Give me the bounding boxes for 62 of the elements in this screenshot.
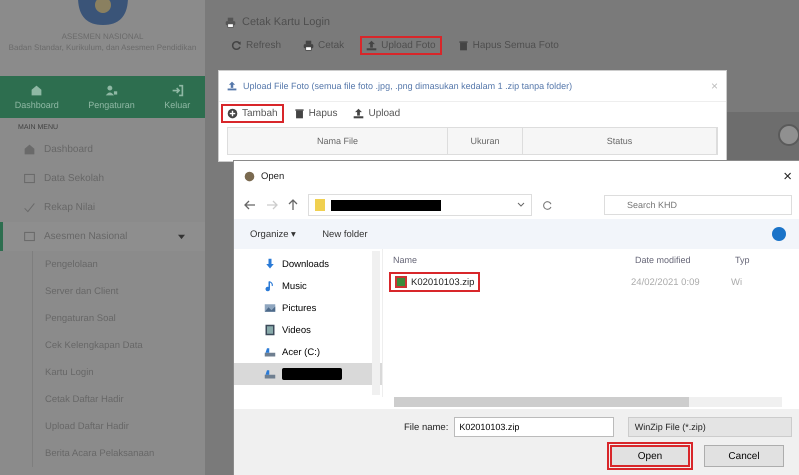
exit-icon (170, 84, 184, 97)
file-type-dropdown[interactable]: WinZip File (*.zip) (628, 417, 792, 437)
top-nav-item[interactable]: Dashboard (14, 84, 59, 110)
file-item[interactable]: K02010103.zip (389, 272, 480, 292)
print-icon (303, 40, 314, 51)
back-icon[interactable] (244, 200, 256, 210)
scrollbar[interactable] (372, 251, 380, 395)
users-icon (105, 84, 118, 97)
check-icon (23, 201, 36, 214)
nav-item[interactable] (234, 363, 382, 385)
column-header: Ukuran (448, 128, 523, 154)
home-icon (23, 143, 36, 156)
doc-icon (23, 230, 36, 243)
trash-icon (458, 40, 469, 51)
nav-item[interactable]: Music (234, 275, 382, 297)
upload-icon (353, 108, 364, 119)
dialog-button[interactable]: Cancel (704, 445, 784, 467)
upload-icon (227, 81, 237, 91)
doc-icon (23, 172, 36, 185)
field-label: File name: (404, 422, 448, 432)
column-header: Date modified (635, 255, 692, 265)
up-icon[interactable] (288, 199, 298, 211)
plus-icon (227, 108, 238, 119)
dialog-button[interactable]: Open (610, 445, 690, 467)
top-nav-item[interactable]: Pengaturan (88, 84, 135, 110)
column-header: Name (393, 255, 418, 265)
type-cell-text: Wi (731, 276, 744, 288)
videos-icon (264, 324, 276, 336)
nav-item[interactable]: Acer (C:) (234, 341, 382, 363)
refresh-icon (231, 40, 242, 51)
command-button[interactable]: New folder (322, 228, 368, 240)
top-nav-item[interactable]: Keluar (164, 84, 190, 110)
upload-icon (366, 40, 378, 51)
drive-icon (264, 368, 276, 380)
address-bar[interactable] (308, 194, 532, 216)
close-button[interactable]: × (783, 168, 792, 184)
column-header: Typ (735, 255, 751, 265)
refresh-icon[interactable] (542, 200, 553, 210)
toolbar-button[interactable]: Upload (347, 104, 406, 123)
chevron-icon (517, 202, 525, 208)
app-icon (244, 170, 255, 182)
command-button[interactable]: Organize ▾ (250, 228, 296, 240)
download-icon (264, 258, 276, 270)
nav-item[interactable]: Downloads (234, 253, 382, 275)
music-icon (264, 280, 276, 292)
date-cell-text: 24/02/2021 0:09 (631, 276, 701, 288)
search-field[interactable]: Search KHD (604, 195, 792, 215)
close-button[interactable]: × (710, 79, 718, 93)
scrollbar[interactable] (394, 397, 782, 407)
toolbar-button[interactable]: Hapus (288, 104, 344, 123)
column-header: Nama File (228, 128, 448, 154)
home-icon (30, 84, 44, 97)
column-header: Status (523, 128, 717, 154)
dialog-title: Upload File Foto (semua file foto .jpg, .png dimasukan kedalam 1 .zip tanpa folder) (243, 81, 572, 91)
pictures-icon (264, 302, 276, 314)
dialog-title: Open (261, 170, 284, 182)
print-icon (225, 16, 236, 28)
folder-icon (315, 199, 325, 211)
trash-icon (294, 108, 305, 119)
drive-icon (264, 346, 276, 358)
file-name-field[interactable]: K02010103.zip (454, 417, 614, 437)
toolbar-button[interactable]: Tambah (221, 104, 284, 123)
